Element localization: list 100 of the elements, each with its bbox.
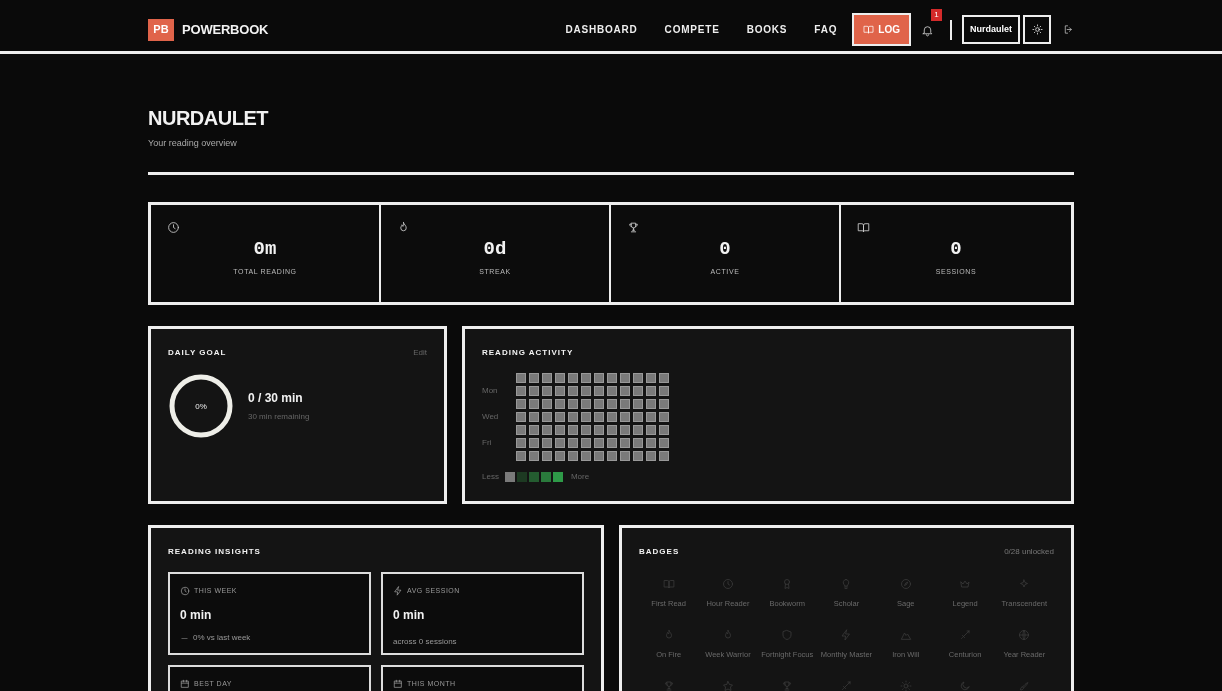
activity-cell [594, 372, 604, 383]
page-subtitle: Your reading overview [148, 137, 238, 150]
activity-cell [633, 424, 643, 435]
activity-cell [568, 398, 578, 409]
insight-note: across 0 sessions [393, 636, 457, 648]
nav-link[interactable]: DASHBOARD [565, 22, 638, 37]
activity-cell [594, 385, 604, 396]
activity-cell [555, 398, 565, 409]
activity-cell [646, 424, 656, 435]
activity-cell [659, 385, 669, 396]
activity-cell [529, 437, 539, 448]
trophy-icon [627, 220, 640, 234]
user-button[interactable]: Nurdaulet [962, 15, 1020, 44]
activity-cell [529, 424, 539, 435]
activity-cell [542, 398, 552, 409]
activity-cell [529, 385, 539, 396]
activity-cell [581, 424, 591, 435]
activity-cell [659, 411, 669, 422]
activity-cell [620, 450, 630, 461]
card-title: BADGES [639, 545, 680, 558]
legend-label: More [570, 470, 590, 483]
lightning-icon [393, 585, 403, 596]
progress-ring [169, 374, 233, 437]
activity-cell [659, 372, 669, 383]
activity-cell [594, 437, 604, 448]
page-title: NURDAULET [148, 106, 270, 130]
activity-cell [594, 424, 604, 435]
activity-cell [620, 398, 630, 409]
activity-cell [529, 450, 539, 461]
activity-cell [516, 398, 526, 409]
activity-cell [594, 411, 604, 422]
activity-cell [659, 398, 669, 409]
card-title: DAILY GOAL [168, 346, 227, 359]
activity-cell [581, 398, 591, 409]
insight-value: 0 min [180, 607, 213, 624]
activity-cell [542, 411, 552, 422]
activity-cell [555, 450, 565, 461]
activity-cell [620, 372, 630, 383]
activity-cell [542, 424, 552, 435]
activity-cell [568, 424, 578, 435]
activity-cell [516, 372, 526, 383]
activity-cell [581, 385, 591, 396]
activity-cell [568, 385, 578, 396]
activity-cell [516, 437, 526, 448]
activity-cell [542, 450, 552, 461]
activity-cell [646, 398, 656, 409]
activity-cell [555, 411, 565, 422]
activity-cell [633, 411, 643, 422]
activity-cell [568, 411, 578, 422]
logout-button[interactable] [1063, 24, 1074, 35]
activity-cell [646, 385, 656, 396]
activity-cell [633, 372, 643, 383]
legend-swatch [504, 471, 515, 482]
activity-cell [646, 450, 656, 461]
nav-link[interactable]: FAQ [814, 22, 838, 37]
activity-cell [568, 372, 578, 383]
activity-cell [568, 450, 578, 461]
activity-cell [620, 411, 630, 422]
day-label: Fri [482, 437, 492, 447]
calendar-icon [180, 678, 190, 689]
activity-cell [659, 437, 669, 448]
bell-icon [921, 23, 934, 37]
activity-cell [620, 437, 630, 448]
notification-count: 1 [931, 8, 942, 21]
activity-cell [633, 450, 643, 461]
stat-value: 0d [482, 239, 508, 259]
activity-cell [555, 385, 565, 396]
legend-swatch [516, 471, 527, 482]
activity-cell [542, 372, 552, 383]
activity-cell [607, 411, 617, 422]
card-title: READING ACTIVITY [482, 346, 575, 359]
nav-link[interactable]: COMPETE [664, 22, 720, 37]
activity-cell [555, 372, 565, 383]
activity-cell [516, 385, 526, 396]
sun-icon [1031, 24, 1043, 35]
logout-icon [1063, 24, 1074, 35]
activity-cell [594, 398, 604, 409]
clock-icon [180, 585, 190, 596]
activity-cell [607, 424, 617, 435]
activity-cell [568, 437, 578, 448]
activity-cell [607, 398, 617, 409]
badge-count: 0/28 unlocked [1004, 545, 1054, 558]
activity-cell [581, 437, 591, 448]
activity-cell [607, 385, 617, 396]
activity-cell [581, 372, 591, 383]
activity-cell [542, 437, 552, 448]
theme-toggle-button[interactable] [1023, 15, 1051, 44]
brand-name[interactable]: POWERBOOK [182, 19, 269, 40]
clock-icon [167, 220, 180, 234]
activity-cell [607, 450, 617, 461]
nav-link[interactable]: BOOKS [746, 22, 788, 37]
activity-cell [659, 450, 669, 461]
activity-cell [542, 385, 552, 396]
activity-cell [607, 372, 617, 383]
legend-swatch [552, 471, 563, 482]
insight-value: 0 min [393, 607, 426, 624]
activity-cell [620, 385, 630, 396]
activity-cell [516, 411, 526, 422]
calendar-icon [393, 678, 403, 689]
notifications-button[interactable] [921, 23, 934, 37]
